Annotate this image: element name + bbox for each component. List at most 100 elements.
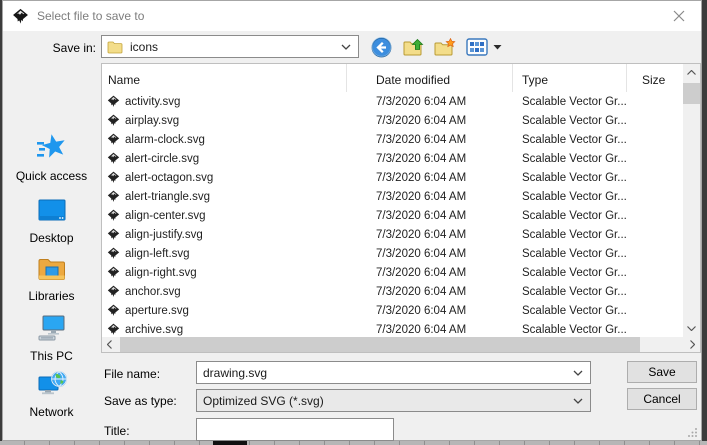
- sidebar-item-libraries[interactable]: Libraries: [3, 255, 100, 303]
- file-type: Scalable Vector Gr...: [513, 210, 627, 222]
- file-name: alert-triangle.svg: [125, 191, 210, 203]
- chevron-down-icon: [573, 370, 583, 376]
- network-icon: [36, 369, 68, 399]
- sidebar-item-label: Desktop: [3, 231, 100, 245]
- resize-grip[interactable]: [688, 427, 698, 437]
- file-name-value: drawing.svg: [203, 366, 267, 380]
- file-row[interactable]: activity.svg 7/3/2020 6:04 AM Scalable V…: [102, 92, 683, 111]
- libraries-icon: [36, 255, 68, 283]
- file-date-modified: 7/3/2020 6:04 AM: [347, 153, 513, 165]
- new-folder-icon: [434, 38, 456, 57]
- view-menu-icon: [466, 38, 488, 56]
- sidebar-item-this-pc[interactable]: This PC: [3, 313, 100, 363]
- save-as-type-value: Optimized SVG (*.svg): [203, 394, 324, 408]
- inkscape-file-icon: [107, 190, 120, 203]
- file-row[interactable]: alarm-clock.svg 7/3/2020 6:04 AM Scalabl…: [102, 130, 683, 149]
- file-name: alert-circle.svg: [125, 153, 199, 165]
- save-in-combobox[interactable]: icons: [101, 35, 359, 58]
- file-type: Scalable Vector Gr...: [513, 153, 627, 165]
- column-header-size[interactable]: Size: [627, 64, 683, 92]
- up-one-level-icon: [403, 38, 424, 57]
- column-header-name[interactable]: Name: [102, 64, 347, 92]
- file-type: Scalable Vector Gr...: [513, 324, 627, 336]
- file-row[interactable]: align-justify.svg 7/3/2020 6:04 AM Scala…: [102, 225, 683, 244]
- file-row[interactable]: anchor.svg 7/3/2020 6:04 AM Scalable Vec…: [102, 282, 683, 301]
- file-name: align-justify.svg: [125, 229, 203, 241]
- sidebar-item-network[interactable]: Network: [3, 369, 100, 419]
- inkscape-file-icon: [107, 114, 120, 127]
- file-name: anchor.svg: [125, 286, 181, 298]
- file-date-modified: 7/3/2020 6:04 AM: [347, 96, 513, 108]
- sidebar-item-quick-access[interactable]: Quick access: [3, 133, 100, 183]
- save-as-type-combobox[interactable]: Optimized SVG (*.svg): [196, 389, 591, 412]
- file-name-combobox[interactable]: drawing.svg: [196, 361, 591, 384]
- file-row[interactable]: alert-circle.svg 7/3/2020 6:04 AM Scalab…: [102, 149, 683, 168]
- file-name: alert-octagon.svg: [125, 172, 213, 184]
- file-date-modified: 7/3/2020 6:04 AM: [347, 172, 513, 184]
- file-row[interactable]: alert-octagon.svg 7/3/2020 6:04 AM Scala…: [102, 168, 683, 187]
- inkscape-file-icon: [107, 152, 120, 165]
- scroll-left-icon[interactable]: [102, 337, 117, 352]
- scroll-up-icon[interactable]: [683, 64, 700, 81]
- window-title: Select file to save to: [37, 9, 144, 23]
- inkscape-file-icon: [107, 95, 120, 108]
- file-name: alarm-clock.svg: [125, 134, 205, 146]
- save-as-type-label: Save as type:: [104, 394, 177, 408]
- column-header-type[interactable]: Type: [513, 64, 627, 92]
- sidebar-item-label: Libraries: [3, 289, 100, 303]
- sidebar-item-label: This PC: [3, 349, 100, 363]
- cancel-button[interactable]: Cancel: [627, 388, 697, 410]
- inkscape-file-icon: [107, 247, 120, 260]
- inkscape-file-icon: [107, 304, 120, 317]
- file-row[interactable]: align-right.svg 7/3/2020 6:04 AM Scalabl…: [102, 263, 683, 282]
- save-in-value: icons: [130, 40, 158, 54]
- scroll-down-icon[interactable]: [683, 320, 700, 337]
- file-row[interactable]: align-center.svg 7/3/2020 6:04 AM Scalab…: [102, 206, 683, 225]
- save-button[interactable]: Save: [627, 361, 697, 383]
- vertical-scroll-thumb[interactable]: [683, 83, 700, 104]
- file-type: Scalable Vector Gr...: [513, 191, 627, 203]
- file-date-modified: 7/3/2020 6:04 AM: [347, 305, 513, 317]
- save-file-dialog: Select file to save to Save in: icons: [2, 0, 702, 441]
- file-type: Scalable Vector Gr...: [513, 115, 627, 127]
- file-type: Scalable Vector Gr...: [513, 286, 627, 298]
- new-folder-button[interactable]: [433, 35, 457, 59]
- horizontal-scrollbar[interactable]: [102, 337, 700, 352]
- chevron-down-icon: [341, 44, 351, 50]
- back-button[interactable]: [369, 35, 393, 59]
- sidebar-item-desktop[interactable]: Desktop: [3, 197, 100, 245]
- background-strip: [0, 441, 707, 445]
- titlebar: Select file to save to: [3, 1, 701, 31]
- file-name: archive.svg: [125, 324, 183, 336]
- file-date-modified: 7/3/2020 6:04 AM: [347, 210, 513, 222]
- title-input[interactable]: [196, 418, 394, 441]
- file-date-modified: 7/3/2020 6:04 AM: [347, 267, 513, 279]
- save-in-label: Save in:: [17, 41, 96, 55]
- inkscape-file-icon: [107, 228, 120, 241]
- file-date-modified: 7/3/2020 6:04 AM: [347, 134, 513, 146]
- file-name: align-right.svg: [125, 267, 197, 279]
- view-menu-button[interactable]: [465, 35, 489, 59]
- view-menu-caret-icon[interactable]: [493, 44, 502, 50]
- file-row[interactable]: airplay.svg 7/3/2020 6:04 AM Scalable Ve…: [102, 111, 683, 130]
- file-date-modified: 7/3/2020 6:04 AM: [347, 286, 513, 298]
- scroll-right-icon[interactable]: [685, 337, 700, 352]
- vertical-scrollbar[interactable]: [683, 64, 700, 337]
- column-header-date-modified[interactable]: Date modified: [347, 64, 513, 92]
- file-type: Scalable Vector Gr...: [513, 134, 627, 146]
- file-row[interactable]: archive.svg 7/3/2020 6:04 AM Scalable Ve…: [102, 320, 683, 337]
- sidebar-item-label: Network: [3, 405, 100, 419]
- file-row[interactable]: aperture.svg 7/3/2020 6:04 AM Scalable V…: [102, 301, 683, 320]
- desktop-icon: [36, 197, 68, 225]
- horizontal-scroll-thumb[interactable]: [120, 337, 640, 352]
- back-icon: [371, 37, 392, 58]
- file-date-modified: 7/3/2020 6:04 AM: [347, 248, 513, 260]
- file-row[interactable]: align-left.svg 7/3/2020 6:04 AM Scalable…: [102, 244, 683, 263]
- up-one-level-button[interactable]: [401, 35, 425, 59]
- close-button[interactable]: [656, 1, 701, 30]
- inkscape-file-icon: [107, 209, 120, 222]
- file-list-rows: activity.svg 7/3/2020 6:04 AM Scalable V…: [102, 92, 683, 337]
- list-header: Name Date modified Type Size: [102, 64, 683, 92]
- file-row[interactable]: alert-triangle.svg 7/3/2020 6:04 AM Scal…: [102, 187, 683, 206]
- sidebar-item-label: Quick access: [3, 169, 100, 183]
